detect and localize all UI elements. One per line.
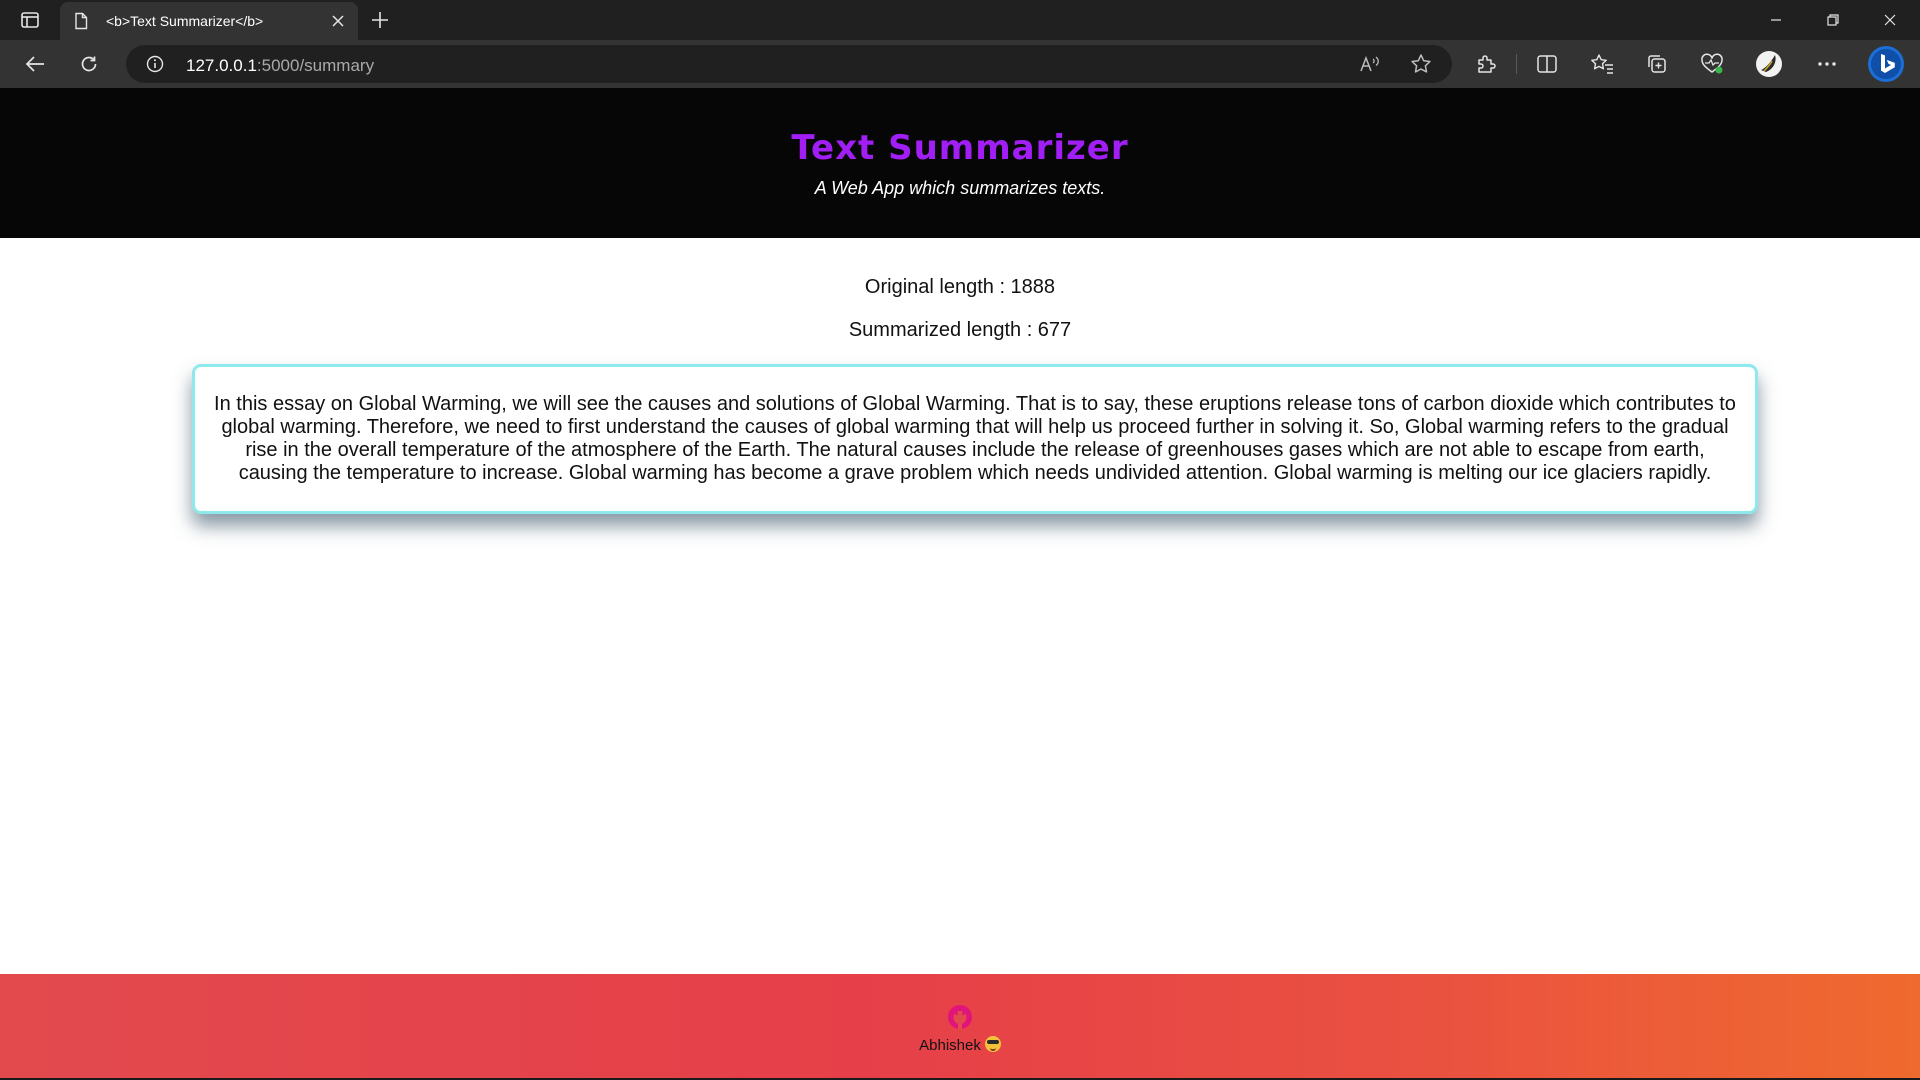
tab-actions-icon[interactable]	[14, 6, 46, 34]
new-tab-button[interactable]	[366, 6, 394, 34]
profile-icon[interactable]	[1752, 48, 1786, 80]
star-icon[interactable]	[1409, 52, 1433, 76]
browser-titlebar: <b>Text Summarizer</b>	[0, 0, 1920, 40]
reload-icon[interactable]	[72, 48, 106, 80]
puzzle-icon[interactable]	[1469, 48, 1503, 80]
site-header: Text Summarizer A Web App which summariz…	[0, 88, 1920, 238]
heart-pulse-icon[interactable]	[1695, 48, 1729, 80]
more-icon[interactable]	[1810, 48, 1844, 80]
split-screen-icon[interactable]	[1530, 48, 1564, 80]
close-icon[interactable]	[328, 11, 348, 31]
page-icon	[72, 12, 90, 30]
github-icon[interactable]	[947, 1004, 973, 1030]
summarized-length: Summarized length : 677	[848, 319, 1072, 341]
toolbar-divider	[1516, 54, 1517, 74]
site-footer: Abhishek	[0, 974, 1920, 1078]
collections-icon[interactable]	[1640, 48, 1674, 80]
summary-text: In this essay on Global Warming, we will…	[214, 393, 1736, 484]
url-host: 127.0.0.1	[186, 56, 257, 75]
tab-title: <b>Text Summarizer</b>	[106, 13, 264, 29]
footer-credit: Abhishek	[0, 1036, 1920, 1054]
restore-button[interactable]	[1805, 0, 1861, 40]
read-aloud-icon[interactable]	[1358, 52, 1382, 76]
site-title: Text Summarizer	[791, 128, 1129, 168]
browser-toolbar: 127.0.0.1:5000/summary	[0, 40, 1920, 88]
info-icon[interactable]	[146, 55, 164, 73]
site-subtitle: A Web App which summarizes texts.	[814, 178, 1106, 198]
original-length: Original length : 1888	[864, 276, 1056, 298]
minimize-button[interactable]	[1748, 0, 1804, 40]
back-arrow-icon[interactable]	[18, 48, 52, 80]
address-bar[interactable]: 127.0.0.1:5000/summary	[126, 45, 1452, 83]
close-window-button[interactable]	[1862, 0, 1918, 40]
url-text[interactable]: 127.0.0.1:5000/summary	[186, 56, 374, 76]
sunglasses-emoji-icon	[984, 1036, 1001, 1052]
summary-box: In this essay on Global Warming, we will…	[192, 364, 1758, 514]
author-name: Abhishek	[919, 1037, 981, 1054]
web-page: Text Summarizer A Web App which summariz…	[0, 88, 1920, 1080]
bing-icon[interactable]	[1866, 44, 1906, 84]
url-path: :5000/summary	[256, 56, 375, 75]
browser-tab[interactable]: <b>Text Summarizer</b>	[60, 2, 358, 40]
favorites-icon[interactable]	[1585, 48, 1619, 80]
